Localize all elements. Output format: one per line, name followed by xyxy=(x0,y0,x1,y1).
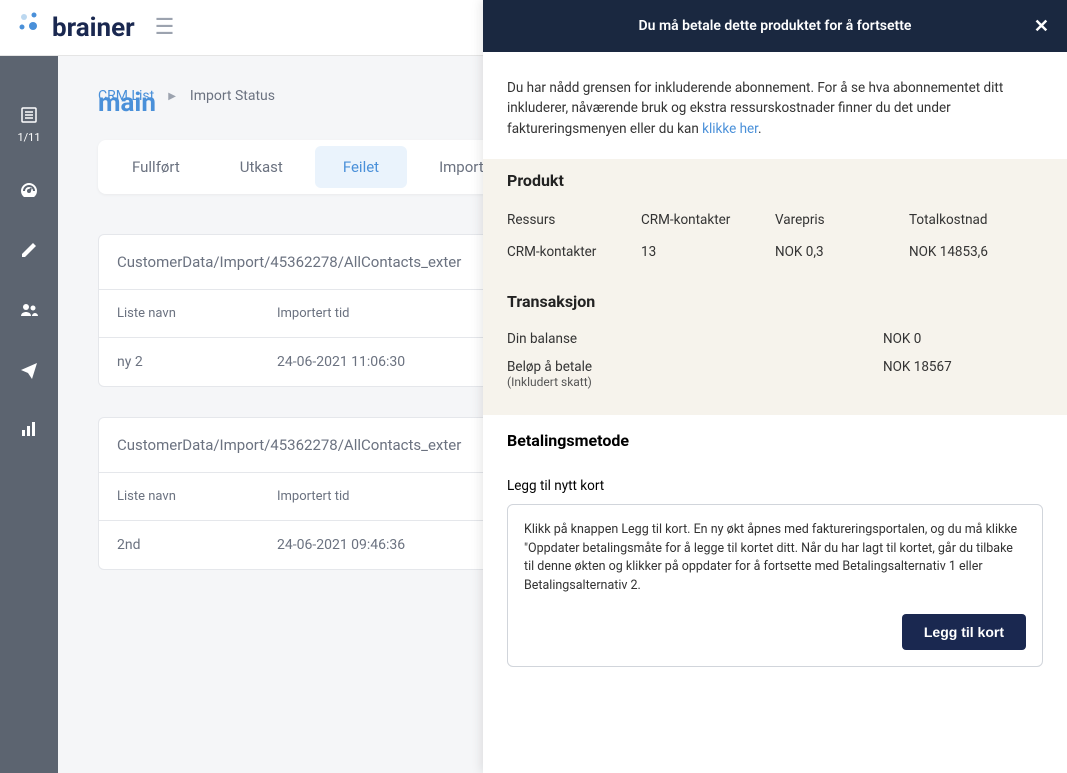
paper-plane-icon xyxy=(20,361,38,384)
topay-label-text: Beløp å betale xyxy=(507,359,883,375)
header-totalcost: Totalkostnad xyxy=(909,212,1043,228)
payment-title: Betalingsmetode xyxy=(507,431,1043,450)
cell-crm: 13 xyxy=(641,244,775,260)
logo-icon xyxy=(16,9,46,46)
sidebar-item-send[interactable] xyxy=(20,361,38,384)
addcard-box: Klikk på knappen Legg til kort. En ny øk… xyxy=(507,504,1043,667)
sidebar-item-stats[interactable] xyxy=(20,420,38,443)
breadcrumb-current: Import Status xyxy=(190,88,275,104)
sidebar-item-dashboard[interactable] xyxy=(19,180,39,205)
bar-chart-icon xyxy=(20,420,38,443)
topay-label: Beløp å betale (Inkludert skatt) xyxy=(507,359,883,389)
transaction-section: Transaksjon Din balanse NOK 0 Beløp å be… xyxy=(483,288,1067,415)
cell-totalcost: NOK 14853,6 xyxy=(909,244,1043,260)
logo[interactable]: mainbrainer xyxy=(16,9,135,46)
addcard-label: Legg til nytt kort xyxy=(507,478,1043,494)
header-listname: Liste navn xyxy=(117,489,277,504)
product-section: Produkt Ressurs CRM-kontakter Varepris T… xyxy=(483,159,1067,288)
header-listname: Liste navn xyxy=(117,306,277,321)
cell-listname: ny 2 xyxy=(117,354,277,370)
topay-row: Beløp å betale (Inkludert skatt) NOK 185… xyxy=(507,353,1043,395)
topay-sublabel: (Inkludert skatt) xyxy=(507,375,883,389)
header-crm: CRM-kontakter xyxy=(641,212,775,228)
gauge-icon xyxy=(19,180,39,205)
cell-listname: 2nd xyxy=(117,537,277,553)
topay-value: NOK 18567 xyxy=(883,359,1043,389)
tab-failed[interactable]: Feilet xyxy=(315,146,407,188)
cell-unitprice: NOK 0,3 xyxy=(775,244,909,260)
sidebar-item-list[interactable]: 1/11 xyxy=(17,106,40,144)
hamburger-icon[interactable]: ☰ xyxy=(155,15,175,40)
intro-link[interactable]: klikke her xyxy=(702,121,758,137)
payment-panel: Du må betale dette produktet for å forts… xyxy=(483,0,1067,773)
sidebar-count: 1/11 xyxy=(17,131,40,144)
transaction-title: Transaksjon xyxy=(507,292,1043,311)
balance-row: Din balanse NOK 0 xyxy=(507,325,1043,353)
sidebar-item-users[interactable] xyxy=(19,300,39,325)
users-icon xyxy=(19,300,39,325)
panel-body: Du har nådd grensen for inkluderende abo… xyxy=(483,52,1067,773)
cell-resource: CRM-kontakter xyxy=(507,244,641,260)
tabs: Fullført Utkast Feilet Import xyxy=(98,140,518,194)
chevron-right-icon: ▶ xyxy=(168,91,176,102)
sidebar-item-edit[interactable] xyxy=(20,241,38,264)
close-icon[interactable]: ✕ xyxy=(1034,16,1049,37)
tab-draft[interactable]: Utkast xyxy=(212,146,311,188)
panel-title: Du må betale dette produktet for å forts… xyxy=(639,18,912,34)
list-icon xyxy=(20,106,38,129)
table-row: CRM-kontakter 13 NOK 0,3 NOK 14853,6 xyxy=(507,236,1043,268)
pencil-icon xyxy=(20,241,38,264)
intro-text-end: . xyxy=(758,121,762,137)
balance-label: Din balanse xyxy=(507,331,883,347)
logo-text-brainer: brainer xyxy=(52,13,135,43)
tab-completed[interactable]: Fullført xyxy=(104,146,208,188)
add-card-button[interactable]: Legg til kort xyxy=(902,614,1026,650)
product-title: Produkt xyxy=(507,171,1043,190)
panel-intro: Du har nådd grensen for inkluderende abo… xyxy=(483,52,1067,159)
header-unitprice: Varepris xyxy=(775,212,909,228)
product-table: Ressurs CRM-kontakter Varepris Totalkost… xyxy=(507,204,1043,268)
breadcrumb-link-crm[interactable]: CRM List xyxy=(98,88,154,104)
header-resource: Ressurs xyxy=(507,212,641,228)
balance-value: NOK 0 xyxy=(883,331,1043,347)
panel-header: Du må betale dette produktet for å forts… xyxy=(483,0,1067,52)
payment-method-section: Betalingsmetode Legg til nytt kort Klikk… xyxy=(483,415,1067,683)
table-header-row: Ressurs CRM-kontakter Varepris Totalkost… xyxy=(507,204,1043,236)
sidebar: 1/11 xyxy=(0,56,58,773)
addcard-instructions: Klikk på knappen Legg til kort. En ny øk… xyxy=(524,521,1026,596)
